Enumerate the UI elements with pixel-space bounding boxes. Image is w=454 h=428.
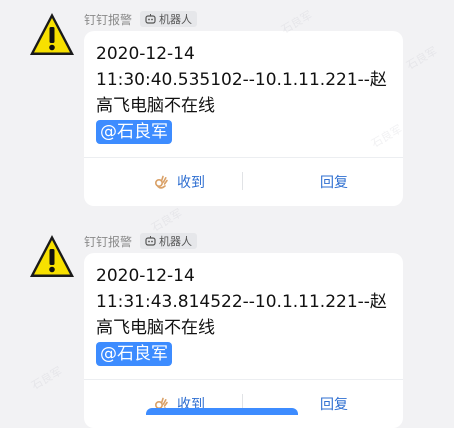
bot-label: 机器人 [159,235,193,248]
floating-action-button[interactable] [146,408,298,415]
message-line: 高飞电脑不在线 [96,318,215,338]
message-text: 2020-12-14 11:31:43.814522--10.1.11.221-… [96,263,396,367]
sender-row: 钉钉报警 机器人 [84,10,198,28]
action-separator [242,172,243,190]
message-text: 2020-12-14 11:30:40.535102--10.1.11.221-… [96,41,396,145]
warning-icon[interactable] [28,10,76,58]
bot-badge: 机器人 [140,11,198,27]
divider [84,157,403,158]
message-line: 2020-12-14 [96,266,195,286]
reply-label: 回复 [320,397,348,413]
message-card[interactable]: 2020-12-14 11:30:40.535102--10.1.11.221-… [84,31,403,206]
divider [84,379,403,380]
mention-tag[interactable]: @石良军 [96,342,172,366]
ok-hand-icon [154,175,168,189]
sender-row: 钉钉报警 机器人 [84,232,198,250]
mention-tag[interactable]: @石良军 [96,120,172,144]
bot-badge: 机器人 [140,233,198,249]
watermark-text: 石良军 [404,44,440,73]
message-line: 2020-12-14 [96,44,195,64]
message-card[interactable]: 2020-12-14 11:31:43.814522--10.1.11.221-… [84,253,403,428]
received-button[interactable]: 收到 [114,167,244,197]
sender-name[interactable]: 钉钉报警 [84,11,132,28]
watermark-text: 石良军 [149,206,185,235]
reply-label: 回复 [320,175,348,191]
robot-icon [145,236,156,246]
message-line: 11:30:40.535102--10.1.11.221--赵 [96,70,387,90]
message-line: 11:31:43.814522--10.1.11.221--赵 [96,292,387,312]
sender-name[interactable]: 钉钉报警 [84,233,132,250]
bot-label: 机器人 [159,13,193,26]
message-line: 高飞电脑不在线 [96,96,215,116]
received-label: 收到 [177,175,205,191]
warning-icon[interactable] [28,232,76,280]
reply-button[interactable]: 回复 [264,167,404,197]
robot-icon [145,14,156,24]
watermark-text: 石良军 [29,364,65,393]
